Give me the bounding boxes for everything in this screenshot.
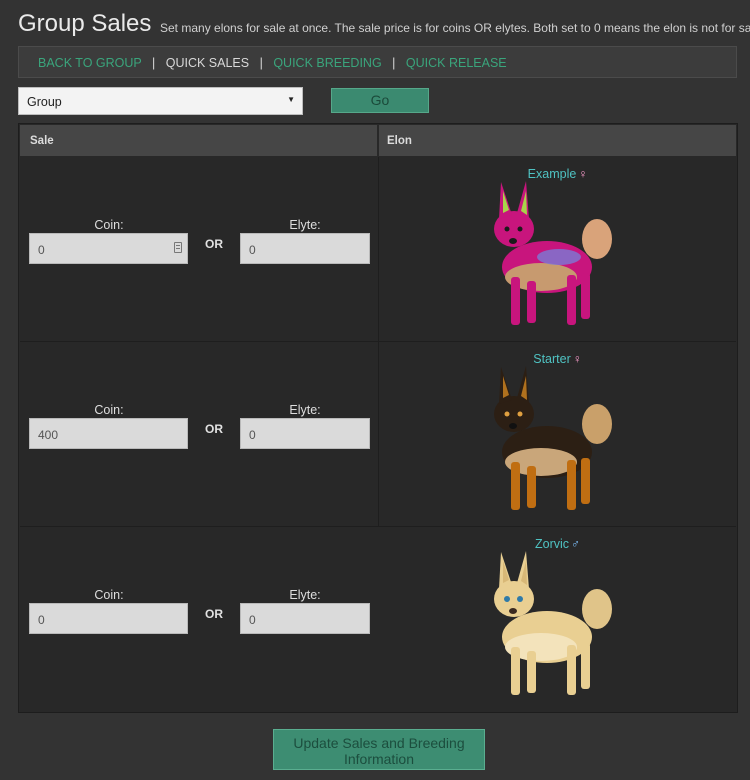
- elyte-input[interactable]: 0: [240, 418, 370, 449]
- quick-sales-current: QUICK SALES: [165, 56, 250, 70]
- elyte-input[interactable]: 0: [240, 603, 370, 634]
- elon-leg: [527, 281, 536, 323]
- elon-nose: [509, 238, 517, 244]
- coin-label: Coin:: [94, 403, 124, 417]
- coin-input[interactable]: 0: [29, 603, 188, 634]
- elyte-label: Elyte:: [289, 403, 321, 417]
- go-button[interactable]: Go: [331, 88, 429, 113]
- or-label: OR: [205, 607, 223, 621]
- update-sales-breeding-button[interactable]: Update Sales and Breeding Information: [273, 729, 485, 770]
- table-row: Coin: Elyte: 0 OR 0 Zorvic ♂: [20, 527, 736, 711]
- coin-input-value: 0: [38, 613, 45, 627]
- elyte-label: Elyte:: [289, 218, 321, 232]
- elon-ear-inner: [503, 561, 509, 583]
- page-description: Set many elons for sale at once. The sal…: [160, 21, 750, 35]
- column-header-sale: Sale: [20, 125, 377, 156]
- elon-leg: [527, 651, 536, 693]
- elon-leg: [511, 277, 520, 325]
- page-title: Group Sales: [18, 10, 152, 37]
- elon-image[interactable]: [479, 177, 629, 337]
- sales-table: Sale Elon Coin: Elyte: 0 OR 0 Example♀: [18, 123, 738, 713]
- back-to-group-link[interactable]: BACK TO GROUP: [38, 56, 142, 70]
- elon-eye: [517, 411, 523, 417]
- elon-leg: [511, 647, 520, 695]
- or-label: OR: [205, 237, 223, 251]
- nav-separator: |: [392, 56, 396, 70]
- elon-eye: [504, 596, 510, 602]
- elon-leg: [581, 273, 590, 319]
- coin-input[interactable]: 0: [29, 233, 188, 264]
- coin-input[interactable]: 400: [29, 418, 188, 449]
- elon-ear-inner: [503, 376, 509, 398]
- coin-label: Coin:: [94, 588, 124, 602]
- elon-leg: [527, 466, 536, 508]
- elyte-input-value: 0: [249, 613, 256, 627]
- elyte-label: Elyte:: [289, 588, 321, 602]
- quick-breeding-link[interactable]: QUICK BREEDING: [273, 56, 381, 70]
- elyte-input[interactable]: 0: [240, 233, 370, 264]
- elon-leg: [567, 460, 576, 510]
- elon-ear-inner: [503, 191, 509, 213]
- elon-cell: Example ♀: [379, 157, 736, 341]
- elon-leg: [511, 462, 520, 510]
- column-header-elon: Elon: [379, 125, 736, 156]
- quick-release-link[interactable]: QUICK RELEASE: [406, 56, 507, 70]
- table-row: Coin: Elyte: 400 OR 0 Starter ♀: [20, 342, 736, 526]
- page-header: Group Sales Set many elons for sale at o…: [18, 8, 750, 42]
- elon-nose: [509, 608, 517, 614]
- dropdown-caret-icon: ▼: [287, 95, 295, 104]
- elyte-input-value: 0: [249, 428, 256, 442]
- elon-cell: Zorvic ♂: [379, 527, 736, 711]
- nav-separator: |: [259, 56, 263, 70]
- elon-image[interactable]: [479, 547, 629, 707]
- table-row: Coin: Elyte: 0 OR 0 Example ♀: [20, 157, 736, 341]
- elon-cell: Starter ♀: [379, 342, 736, 526]
- elon-leg: [567, 645, 576, 695]
- elyte-input-value: 0: [249, 243, 256, 257]
- elon-ear-right: [517, 366, 529, 404]
- elon-image[interactable]: [479, 362, 629, 522]
- coin-icon: [174, 242, 182, 253]
- elon-marking: [537, 249, 581, 265]
- or-label: OR: [205, 422, 223, 436]
- nav-separator: |: [152, 56, 156, 70]
- elon-eye: [504, 226, 510, 232]
- elon-leg: [567, 275, 576, 325]
- group-select-value: Group: [27, 95, 62, 109]
- elon-ear-right: [517, 181, 529, 219]
- elon-leg: [581, 458, 590, 504]
- elon-eye: [517, 596, 523, 602]
- coin-input-value: 400: [38, 428, 59, 442]
- coin-input-value: 0: [38, 243, 45, 257]
- elon-leg: [581, 643, 590, 689]
- elon-eye: [504, 411, 510, 417]
- elon-ear-right: [517, 551, 529, 589]
- elon-eye: [517, 226, 523, 232]
- coin-label: Coin:: [94, 218, 124, 232]
- elon-tail: [582, 404, 612, 444]
- quick-nav-bar: BACK TO GROUP | QUICK SALES | QUICK BREE…: [18, 46, 737, 78]
- group-select[interactable]: Group ▼: [18, 87, 303, 115]
- elon-tail: [582, 219, 612, 259]
- elon-nose: [509, 423, 517, 429]
- elon-tail: [582, 589, 612, 629]
